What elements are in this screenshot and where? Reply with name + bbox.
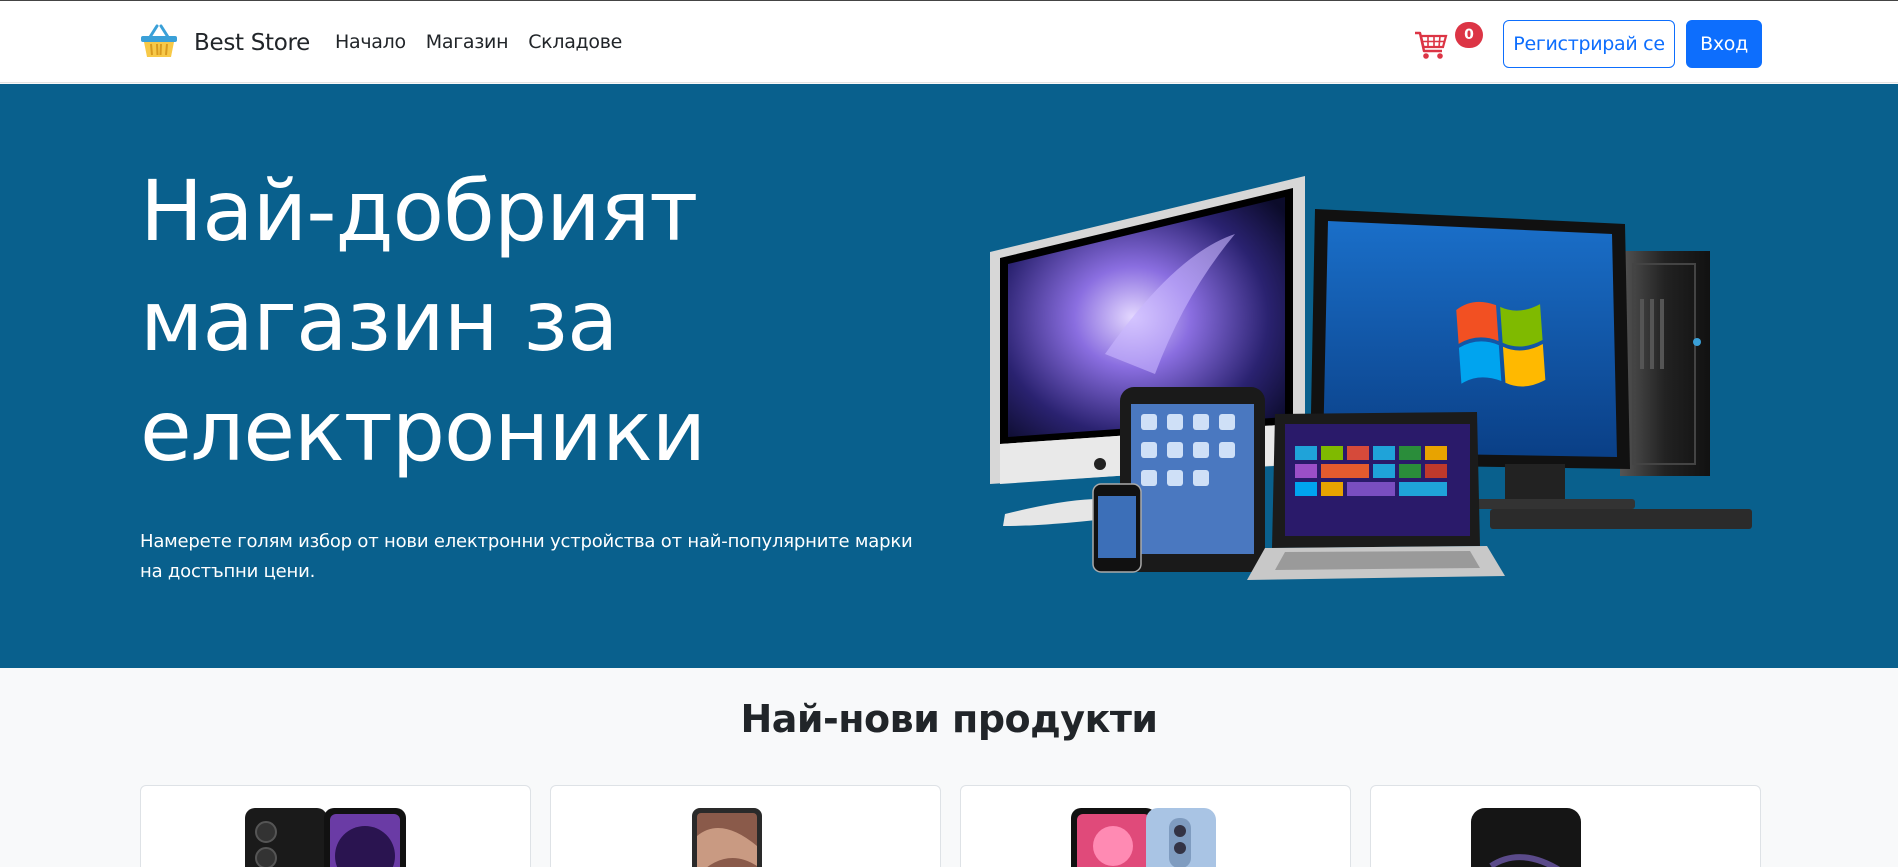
latest-products-heading: Най-нови продукти — [740, 697, 1158, 741]
main-nav: Начало Магазин Складове — [335, 31, 622, 53]
product-card[interactable] — [1370, 785, 1761, 867]
product-card-grid — [140, 785, 1762, 867]
cart-count-badge: 0 — [1455, 22, 1483, 48]
navbar: Best Store Начало Магазин Складове 0 Рег… — [0, 1, 1898, 83]
product-card[interactable] — [550, 785, 941, 867]
basket-logo-icon — [140, 23, 194, 63]
product-image — [692, 808, 762, 867]
register-button[interactable]: Регистрирай се — [1503, 20, 1675, 68]
hero-title: Най-добрият магазин за електроники — [140, 162, 706, 480]
product-card[interactable] — [960, 785, 1351, 867]
login-button[interactable]: Вход — [1686, 20, 1762, 68]
product-card[interactable] — [140, 785, 531, 867]
hero-banner: Най-добрият магазин за електроники Намер… — [0, 84, 1898, 668]
product-image — [245, 808, 406, 867]
nav-link-warehouses[interactable]: Складове — [528, 31, 622, 53]
nav-link-home[interactable]: Начало — [335, 31, 406, 53]
brand-name: Best Store — [194, 30, 311, 56]
product-image — [1071, 808, 1216, 867]
product-image — [1466, 808, 1661, 867]
brand-link[interactable]: Best Store — [140, 23, 311, 63]
nav-link-store[interactable]: Магазин — [426, 31, 509, 53]
hero-description: Намерете голям избор от нови електронни … — [140, 531, 913, 582]
